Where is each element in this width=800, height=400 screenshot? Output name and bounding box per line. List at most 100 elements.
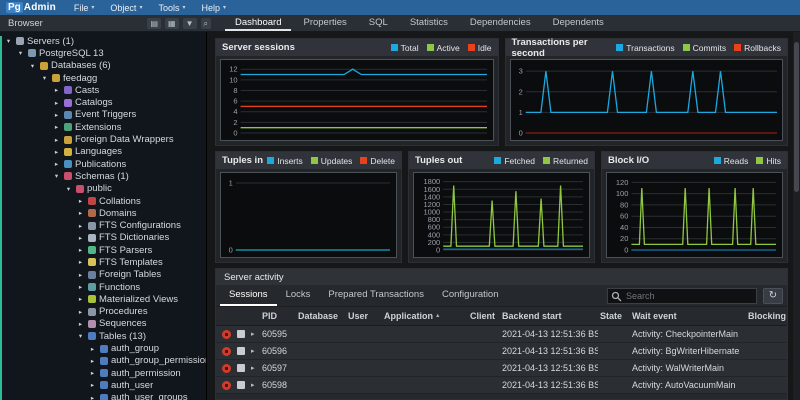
tree-item-auth-user[interactable]: ▸auth_user [0, 379, 206, 391]
chevron-collapsed-icon[interactable]: ▸ [52, 136, 61, 144]
tree-item-languages[interactable]: ▸Languages [0, 146, 206, 158]
tab-statistics[interactable]: Statistics [400, 15, 458, 31]
column-header-database[interactable]: Database [296, 311, 346, 321]
tree-item-casts[interactable]: ▸Casts [0, 84, 206, 96]
tree-item-publications[interactable]: ▸Publications [0, 158, 206, 170]
tree-item-public[interactable]: ▾public [0, 183, 206, 195]
session-row-60597[interactable]: ▸605972021-04-13 12:51:36 BSTActivity: W… [216, 360, 787, 377]
terminate-session-icon[interactable] [237, 347, 245, 355]
tree-item-fts-parsers[interactable]: ▸FTS Parsers [0, 244, 206, 256]
column-header-pid[interactable]: PID [260, 311, 296, 321]
tree-item-databases-6[interactable]: ▾Databases (6) [0, 60, 206, 72]
menu-file[interactable]: File▾ [74, 3, 95, 13]
refresh-button[interactable]: ↻ [763, 288, 783, 304]
activity-tab-sessions[interactable]: Sessions [220, 285, 277, 306]
chevron-collapsed-icon[interactable]: ▸ [76, 234, 85, 242]
chevron-collapsed-icon[interactable]: ▸ [88, 394, 97, 400]
tab-dashboard[interactable]: Dashboard [225, 15, 291, 31]
dashboard-scrollbar[interactable] [793, 32, 800, 400]
tree-item-auth-group-permissions[interactable]: ▸auth_group_permissions [0, 355, 206, 367]
tree-item-servers-1[interactable]: ▾Servers (1) [0, 35, 206, 47]
tree-item-domains[interactable]: ▸Domains [0, 207, 206, 219]
chevron-expanded-icon[interactable]: ▾ [40, 74, 49, 82]
column-header-application[interactable]: Application▲ [382, 311, 468, 321]
activity-tab-prepared-transactions[interactable]: Prepared Transactions [319, 285, 433, 306]
menu-object[interactable]: Object▾ [110, 3, 142, 13]
tree-item-fts-dictionaries[interactable]: ▸FTS Dictionaries [0, 232, 206, 244]
activity-tab-configuration[interactable]: Configuration [433, 285, 508, 306]
chevron-expanded-icon[interactable]: ▾ [52, 172, 61, 180]
grid-icon[interactable]: ▦ [165, 18, 179, 29]
tree-item-extensions[interactable]: ▸Extensions [0, 121, 206, 133]
chevron-collapsed-icon[interactable]: ▸ [76, 209, 85, 217]
chevron-collapsed-icon[interactable]: ▸ [88, 369, 97, 377]
expand-row-icon[interactable]: ▸ [251, 381, 255, 389]
tree-item-tables-13[interactable]: ▾Tables (13) [0, 330, 206, 342]
chevron-collapsed-icon[interactable]: ▸ [76, 295, 85, 303]
activity-tab-locks[interactable]: Locks [277, 285, 320, 306]
terminate-session-icon[interactable] [237, 381, 245, 389]
cancel-query-icon[interactable] [222, 347, 231, 356]
session-row-60596[interactable]: ▸605962021-04-13 12:51:36 BSTActivity: B… [216, 343, 787, 360]
pgadmin-logo[interactable]: Pg Admin [6, 2, 56, 13]
chevron-collapsed-icon[interactable]: ▸ [76, 271, 85, 279]
tree-item-auth-permission[interactable]: ▸auth_permission [0, 367, 206, 379]
search-icon[interactable]: ⌕ [201, 18, 211, 29]
tab-dependencies[interactable]: Dependencies [460, 15, 541, 31]
menu-help[interactable]: Help▾ [201, 3, 226, 13]
chevron-collapsed-icon[interactable]: ▸ [76, 197, 85, 205]
chevron-collapsed-icon[interactable]: ▸ [52, 123, 61, 131]
chevron-collapsed-icon[interactable]: ▸ [52, 111, 61, 119]
tree-item-materialized-views[interactable]: ▸Materialized Views [0, 293, 206, 305]
terminate-session-icon[interactable] [237, 330, 245, 338]
chevron-collapsed-icon[interactable]: ▸ [76, 283, 85, 291]
chevron-collapsed-icon[interactable]: ▸ [52, 148, 61, 156]
tree-item-auth-group[interactable]: ▸auth_group [0, 342, 206, 354]
tree-item-schemas-1[interactable]: ▾Schemas (1) [0, 170, 206, 182]
tree-item-auth-user-groups[interactable]: ▸auth_user_groups [0, 392, 206, 400]
tree-item-postgresql-13[interactable]: ▾PostgreSQL 13 [0, 47, 206, 59]
cancel-query-icon[interactable] [222, 364, 231, 373]
chevron-expanded-icon[interactable]: ▾ [64, 185, 73, 193]
tree-item-fts-configurations[interactable]: ▸FTS Configurations [0, 219, 206, 231]
column-header-client[interactable]: Client [468, 311, 500, 321]
tree-item-foreign-data-wrappers[interactable]: ▸Foreign Data Wrappers [0, 133, 206, 145]
expand-row-icon[interactable]: ▸ [251, 330, 255, 338]
chevron-collapsed-icon[interactable]: ▸ [76, 320, 85, 328]
tree-item-event-triggers[interactable]: ▸Event Triggers [0, 109, 206, 121]
tree-item-procedures[interactable]: ▸Procedures [0, 306, 206, 318]
chevron-collapsed-icon[interactable]: ▸ [88, 381, 97, 389]
column-header-blocking_pids[interactable]: Blocking PIDs [746, 311, 787, 321]
column-header-backend_start[interactable]: Backend start [500, 311, 598, 321]
tree-item-functions[interactable]: ▸Functions [0, 281, 206, 293]
chevron-expanded-icon[interactable]: ▾ [28, 62, 37, 70]
chevron-collapsed-icon[interactable]: ▸ [52, 99, 61, 107]
tab-dependents[interactable]: Dependents [543, 15, 614, 31]
column-header-wait_event[interactable]: Wait event [630, 311, 746, 321]
filter-icon[interactable]: ▼ [183, 18, 197, 29]
tree-item-foreign-tables[interactable]: ▸Foreign Tables [0, 269, 206, 281]
chevron-collapsed-icon[interactable]: ▸ [76, 258, 85, 266]
chevron-collapsed-icon[interactable]: ▸ [52, 160, 61, 168]
chevron-collapsed-icon[interactable]: ▸ [88, 357, 97, 365]
tab-sql[interactable]: SQL [359, 15, 398, 31]
activity-search-input[interactable] [607, 288, 757, 304]
session-row-60595[interactable]: ▸605952021-04-13 12:51:36 BSTActivity: C… [216, 326, 787, 343]
chevron-expanded-icon[interactable]: ▾ [16, 49, 25, 57]
chevron-expanded-icon[interactable]: ▾ [76, 332, 85, 340]
expand-row-icon[interactable]: ▸ [251, 364, 255, 372]
tree-item-collations[interactable]: ▸Collations [0, 195, 206, 207]
tab-properties[interactable]: Properties [293, 15, 356, 31]
column-header-user[interactable]: User [346, 311, 382, 321]
tree-item-feedagg[interactable]: ▾feedagg [0, 72, 206, 84]
chevron-expanded-icon[interactable]: ▾ [4, 37, 13, 45]
chevron-collapsed-icon[interactable]: ▸ [52, 86, 61, 94]
menu-tools[interactable]: Tools▾ [158, 3, 185, 13]
chevron-collapsed-icon[interactable]: ▸ [76, 222, 85, 230]
server-icon[interactable]: ▤ [147, 18, 161, 29]
scrollbar-thumb[interactable] [794, 42, 799, 192]
terminate-session-icon[interactable] [237, 364, 245, 372]
cancel-query-icon[interactable] [222, 330, 231, 339]
tree-item-fts-templates[interactable]: ▸FTS Templates [0, 256, 206, 268]
tree-item-catalogs[interactable]: ▸Catalogs [0, 96, 206, 108]
